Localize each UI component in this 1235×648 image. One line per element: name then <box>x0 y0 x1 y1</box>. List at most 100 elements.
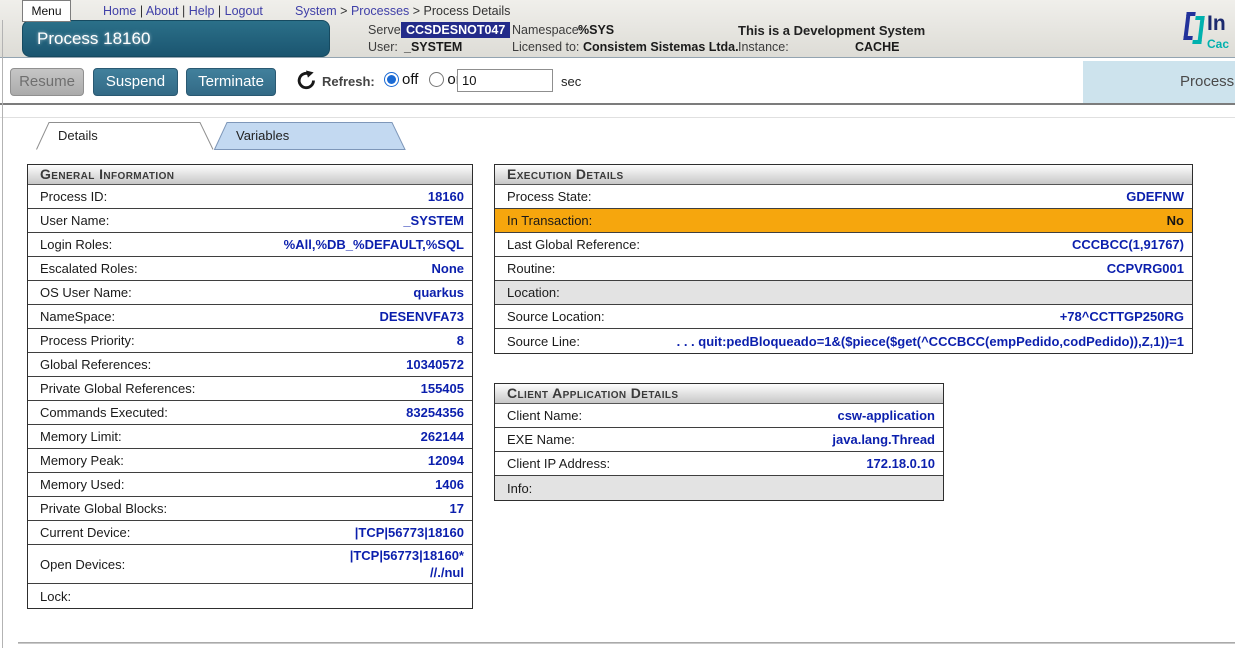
table-row: Process State: GDEFNW <box>495 185 1192 209</box>
table-row: Memory Limit: 262144 <box>28 425 472 449</box>
home-link[interactable]: Home <box>103 4 136 18</box>
row-value: +78^CCTTGP250RG <box>1060 308 1184 325</box>
table-row: Memory Used: 1406 <box>28 473 472 497</box>
breadcrumb-system[interactable]: System <box>295 4 337 18</box>
row-label: Private Global Blocks: <box>40 501 167 516</box>
namespace-label: Namespace: <box>512 23 582 37</box>
row-value: None <box>432 260 465 277</box>
refresh-off-radio[interactable] <box>384 72 399 87</box>
row-label: Process Priority: <box>40 333 135 348</box>
row-value: DESENVFA73 <box>379 308 464 325</box>
row-label: Current Device: <box>40 525 130 540</box>
about-link[interactable]: About <box>146 4 179 18</box>
table-row: Open Devices:|TCP|56773|18160* //./nul <box>28 545 472 584</box>
toolbar-ribbon: Resume Suspend Terminate Refresh: off on… <box>0 59 1235 103</box>
resume-button[interactable]: Resume <box>10 68 84 96</box>
row-value: 1406 <box>435 476 464 493</box>
row-label: Client IP Address: <box>507 456 610 471</box>
row-value: 155405 <box>421 380 464 397</box>
terminate-button[interactable]: Terminate <box>186 68 276 96</box>
table-row: Source Line:. . . quit:pedBloqueado=1&($… <box>495 329 1192 353</box>
row-label: Memory Limit: <box>40 429 122 444</box>
process-details-page: Home | About | Help | Logout System > Pr… <box>0 0 1235 648</box>
row-label: Login Roles: <box>40 237 112 252</box>
logout-link[interactable]: Logout <box>225 4 263 18</box>
page-title: Process 18160 <box>22 20 330 57</box>
logo-brand-text: In <box>1207 12 1226 36</box>
licensed-label: Licensed to: <box>512 40 579 54</box>
table-row: EXE Name:java.lang.Thread <box>495 428 943 452</box>
suspend-button[interactable]: Suspend <box>93 68 178 96</box>
breadcrumb-processes[interactable]: Processes <box>351 4 409 18</box>
client-application-details-table: Client Application Details Client Name:c… <box>494 383 944 501</box>
general-information-table: General Information Process ID:18160User… <box>27 164 473 609</box>
table-row: Process Priority: 8 <box>28 329 472 353</box>
tab-variables[interactable]: Variables <box>214 121 406 150</box>
breadcrumb-current: Process Details <box>424 4 511 18</box>
breadcrumb: System > Processes > Process Details <box>295 4 510 18</box>
row-label: Source Location: <box>507 309 605 324</box>
execution-details-table: Execution Details Process State: GDEFNW In… <box>494 164 1193 354</box>
logo-bracket-icon <box>1192 16 1204 44</box>
row-value: %All,%DB_%DEFAULT,%SQL <box>284 236 464 253</box>
row-label: Process State: <box>507 189 592 204</box>
help-link[interactable]: Help <box>189 4 215 18</box>
table-row: Current Device: |TCP|56773|18160 <box>28 521 472 545</box>
table-row: Private Global References: 155405 <box>28 377 472 401</box>
ribbon-page-name: Process Details <box>1083 61 1235 103</box>
row-value: java.lang.Thread <box>832 431 935 448</box>
row-label: Info: <box>507 481 532 496</box>
table-row: Client Name:csw-application <box>495 404 943 428</box>
table-row: In Transaction:No <box>495 209 1192 233</box>
table-row: Escalated Roles: None <box>28 257 472 281</box>
ribbon-page-name-text: Process Details <box>1180 73 1235 90</box>
row-label: Routine: <box>507 261 555 276</box>
user-value: _SYSTEM <box>404 40 462 54</box>
row-label: Memory Used: <box>40 477 125 492</box>
row-label: User Name: <box>40 213 109 228</box>
table-row: Routine: CCPVRG001 <box>495 257 1192 281</box>
table-row: Login Roles: %All,%DB_%DEFAULT,%SQL <box>28 233 472 257</box>
general-information-title: General Information <box>28 165 472 185</box>
refresh-off-label[interactable]: off <box>402 71 418 88</box>
table-row: Client IP Address:172.18.0.10 <box>495 452 943 476</box>
row-value: CCCBCC(1,91767) <box>1072 236 1184 253</box>
top-nav: Home | About | Help | Logout <box>103 4 263 18</box>
table-row: Lock: <box>28 584 472 608</box>
row-value: _SYSTEM <box>403 212 464 229</box>
row-value: No <box>1167 212 1184 229</box>
logo-product-text: Cac <box>1207 37 1229 51</box>
table-row: Global References:10340572 <box>28 353 472 377</box>
row-value: . . . quit:pedBloqueado=1&($piece($get(^… <box>677 333 1184 350</box>
row-value: GDEFNW <box>1126 188 1184 205</box>
table-row: NameSpace: DESENVFA73 <box>28 305 472 329</box>
row-value: |TCP|56773|18160* //./nul <box>350 547 464 581</box>
table-row: User Name: _SYSTEM <box>28 209 472 233</box>
table-row: OS User Name:quarkus <box>28 281 472 305</box>
namespace-value: %SYS <box>578 23 614 37</box>
table-row: Memory Peak:12094 <box>28 449 472 473</box>
intersystems-cache-logo: In Cac <box>1185 6 1235 54</box>
header-band: Home | About | Help | Logout System > Pr… <box>0 0 1235 58</box>
execution-details-title: Execution Details <box>495 165 1192 185</box>
row-value: 8 <box>457 332 464 349</box>
row-value: CCPVRG001 <box>1107 260 1184 277</box>
tab-details[interactable]: Details <box>36 121 214 150</box>
row-label: NameSpace: <box>40 309 115 324</box>
row-value: |TCP|56773|18160 <box>355 524 464 541</box>
refresh-interval-input[interactable] <box>457 69 553 92</box>
table-row: Info: <box>495 476 943 500</box>
server-value-badge: CCSDESNOT047 <box>401 22 510 38</box>
refresh-label: Refresh: <box>322 74 375 89</box>
bottom-divider <box>18 642 1235 644</box>
row-value: 262144 <box>421 428 464 445</box>
row-label: OS User Name: <box>40 285 132 300</box>
tab-zone-divider <box>0 117 1235 118</box>
row-label: Process ID: <box>40 189 107 204</box>
tab-details-label: Details <box>58 128 98 143</box>
row-label: Escalated Roles: <box>40 261 138 276</box>
row-label: Private Global References: <box>40 381 195 396</box>
menu-button[interactable]: Menu <box>22 0 71 22</box>
row-label: Memory Peak: <box>40 453 124 468</box>
refresh-on-radio[interactable] <box>429 72 444 87</box>
